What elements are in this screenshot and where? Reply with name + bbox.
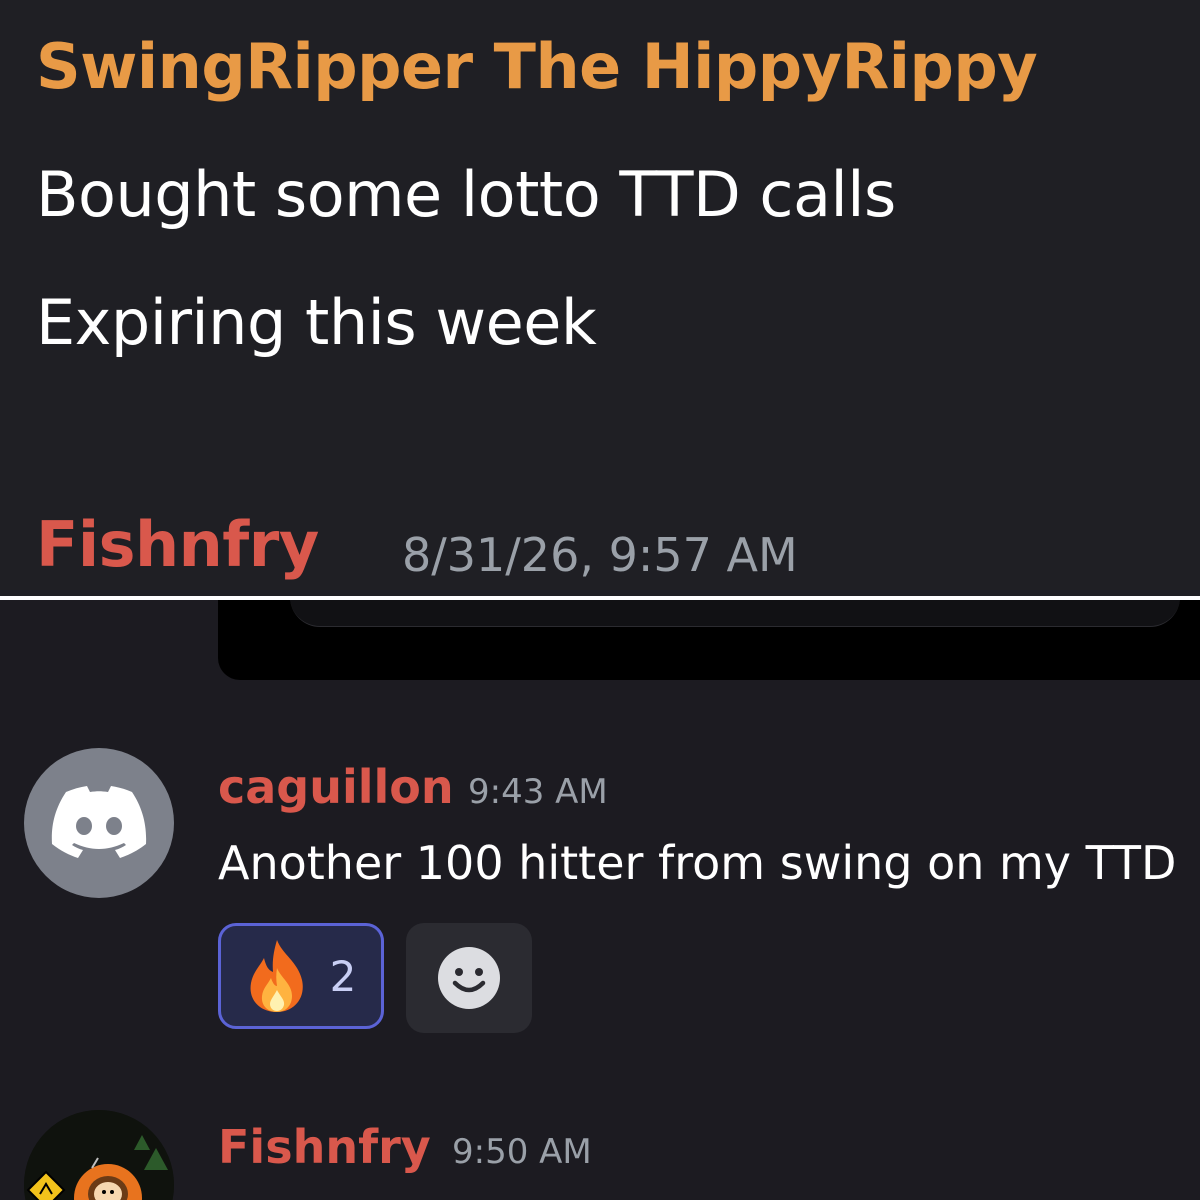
discord-logo-icon[interactable]	[24, 748, 174, 898]
message-line: Expiring this week	[36, 286, 597, 359]
add-reaction-button[interactable]	[406, 923, 532, 1033]
bottom-chat-panel: caguillon 9:43 AM Another 100 hitter fro…	[0, 600, 1200, 1200]
top-chat-panel: SwingRipper The HippyRippy Bought some l…	[0, 0, 1200, 596]
embed-image-bottom-edge	[290, 600, 1180, 627]
message-timestamp: 8/31/26, 9:57 AM	[402, 528, 798, 582]
message-timestamp: 9:50 AM	[452, 1132, 592, 1172]
author-username[interactable]: Fishnfry	[36, 508, 319, 581]
author-username[interactable]: caguillon	[218, 760, 454, 814]
fire-emoji-icon	[250, 940, 303, 1012]
message-timestamp: 9:43 AM	[468, 772, 608, 812]
screenshot-collage: SwingRipper The HippyRippy Bought some l…	[0, 0, 1200, 1200]
author-username[interactable]: Fishnfry	[218, 1120, 431, 1174]
discord-logo-glyph	[51, 786, 147, 858]
reaction-fire-button[interactable]: 2	[218, 923, 384, 1029]
reaction-count: 2	[329, 951, 357, 1001]
smiley-icon	[438, 947, 500, 1009]
kenny-avatar-icon[interactable]	[24, 1110, 174, 1200]
message-line: Bought some lotto TTD calls	[36, 158, 896, 231]
author-username[interactable]: SwingRipper The HippyRippy	[36, 30, 1038, 103]
kenny-avatar-glyph	[24, 1110, 174, 1200]
message-text: Another 100 hitter from swing on my TTD	[218, 836, 1177, 890]
